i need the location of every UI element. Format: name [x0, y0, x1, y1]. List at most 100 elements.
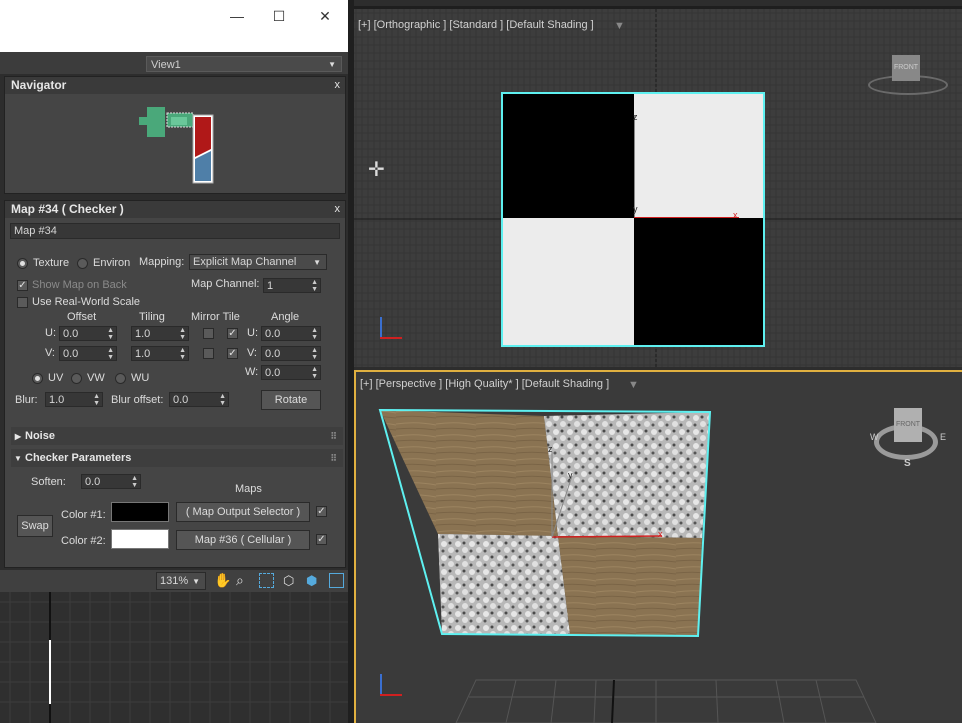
vw-radio[interactable]	[71, 373, 82, 384]
close-button[interactable]: ✕	[314, 6, 336, 26]
map-channel-spinner[interactable]: 1 ▲ ▼	[263, 278, 321, 293]
u-tile-checkbox[interactable]: ✓	[227, 328, 238, 339]
map-channel-value: 1	[267, 280, 274, 292]
checker-tile-black-2	[634, 218, 763, 345]
color2-label: Color #2:	[61, 535, 106, 547]
color2-map-checkbox[interactable]: ✓	[316, 534, 327, 545]
spinner-arrows-icon[interactable]: ▲ ▼	[107, 327, 114, 341]
blur-label: Blur:	[15, 394, 38, 406]
map-name-field[interactable]: Map #34	[10, 223, 340, 239]
chevron-down-icon: ▼	[192, 577, 200, 586]
tiling-column-header: Tiling	[139, 311, 165, 323]
soften-label: Soften:	[31, 476, 66, 488]
axis-tripod-z	[380, 317, 382, 337]
frame-all-icon[interactable]	[329, 573, 344, 588]
swap-button[interactable]: Swap	[17, 515, 53, 537]
compass-south: S	[904, 458, 911, 469]
texture-radio[interactable]	[17, 258, 28, 269]
node-editor-toolbar: 131% ▼ ✋ ⌕ ⬡ ⬢	[0, 570, 348, 592]
viewcube[interactable]: FRONT	[892, 55, 920, 81]
spinner-arrows-icon[interactable]: ▲ ▼	[179, 327, 186, 341]
color2-map-button[interactable]: Map #36 ( Cellular )	[176, 530, 310, 550]
u-angle-spinner[interactable]: 0.0 ▲ ▼	[261, 326, 321, 341]
view-selector-dropdown[interactable]: View1 ▼	[146, 56, 342, 72]
v-mirror-checkbox[interactable]	[203, 348, 214, 359]
filter-icon[interactable]: ▼	[614, 20, 625, 32]
spinner-arrows-icon[interactable]: ▲ ▼	[179, 347, 186, 361]
v-tile-checkbox[interactable]: ✓	[227, 348, 238, 359]
zoom-region-icon[interactable]	[259, 573, 274, 588]
spinner-arrows-icon[interactable]: ▲ ▼	[311, 366, 318, 380]
zoom-selected-icon[interactable]: ⬢	[306, 573, 317, 589]
v-tiling-spinner[interactable]: 1.0 ▲ ▼	[131, 346, 189, 361]
navigator-title: Navigator	[11, 78, 67, 92]
v-offset-value: 0.0	[63, 348, 79, 360]
color2-swatch[interactable]	[111, 529, 169, 549]
spinner-arrows-icon[interactable]: ▲ ▼	[93, 393, 100, 407]
spinner-arrows-icon[interactable]: ▲ ▼	[311, 327, 318, 341]
use-real-world-scale-checkbox[interactable]	[17, 297, 28, 308]
pan-hand-icon[interactable]: ✋	[214, 572, 231, 589]
grip-icon: ⠿	[330, 453, 337, 463]
bottom-left-viewport[interactable]	[0, 592, 348, 723]
map-panel-close-icon[interactable]: x	[335, 201, 341, 218]
mapping-label: Mapping:	[139, 256, 185, 268]
map-panel-header: Map #34 ( Checker ) x	[5, 201, 345, 218]
v-angle-value: 0.0	[265, 348, 281, 360]
wu-radio[interactable]	[115, 373, 126, 384]
color1-swatch[interactable]	[111, 502, 169, 522]
ortho-viewport-label[interactable]: [+] [Orthographic ] [Standard ] [Default…	[358, 19, 594, 31]
v-offset-spinner[interactable]: 0.0 ▲ ▼	[59, 346, 117, 361]
persp-gizmo-y-label: y	[568, 470, 573, 480]
maximize-button[interactable]: ☐	[268, 6, 290, 26]
node-graph-thumbnail[interactable]	[135, 101, 225, 185]
spinner-arrows-icon[interactable]: ▲ ▼	[219, 393, 226, 407]
perspective-viewport[interactable]: [+] [Perspective ] [High Quality* ] [Def…	[354, 370, 962, 723]
spinner-arrows-icon[interactable]: ▲ ▼	[107, 347, 114, 361]
u-mirror-checkbox[interactable]	[203, 328, 214, 339]
v-tiling-value: 1.0	[135, 348, 151, 360]
v-angle-spinner[interactable]: 0.0 ▲ ▼	[261, 346, 321, 361]
spinner-arrows-icon[interactable]: ▲ ▼	[311, 347, 318, 361]
blur-offset-spinner[interactable]: 0.0 ▲ ▼	[169, 392, 229, 407]
zoom-extents-icon[interactable]: ⬡	[283, 573, 294, 589]
mapping-value: Explicit Map Channel	[193, 256, 297, 268]
environ-radio[interactable]	[77, 258, 88, 269]
zoom-magnifier-icon[interactable]: ⌕	[236, 572, 244, 589]
color1-map-checkbox[interactable]: ✓	[316, 506, 327, 517]
persp-gizmo-x-label: x	[658, 529, 663, 539]
show-map-on-back-checkbox[interactable]: ✓	[17, 280, 28, 291]
view-selector-value: View1	[151, 59, 181, 71]
checker-parameters-rollout[interactable]: ▼ Checker Parameters ⠿	[11, 449, 343, 467]
uv-radio[interactable]	[32, 373, 43, 384]
viewcube[interactable]: FRONT	[894, 408, 922, 442]
use-real-world-scale-label: Use Real-World Scale	[32, 296, 141, 308]
navigator-close-icon[interactable]: x	[335, 77, 341, 94]
spinner-arrows-icon[interactable]: ▲ ▼	[131, 475, 138, 489]
zoom-value: 131%	[160, 575, 189, 587]
perspective-scene	[378, 408, 877, 723]
orthographic-viewport[interactable]: [+] [Orthographic ] [Standard ] [Default…	[354, 6, 962, 367]
zoom-dropdown[interactable]: 131% ▼	[156, 572, 206, 590]
u-angle-value: 0.0	[265, 328, 281, 340]
map-parameters-panel: Map #34 ( Checker ) x Map #34 Texture En…	[4, 200, 346, 568]
soften-spinner[interactable]: 0.0 ▲ ▼	[81, 474, 141, 489]
noise-rollout[interactable]: ▶ Noise ⠿	[11, 427, 343, 445]
u-tiling-spinner[interactable]: 1.0 ▲ ▼	[131, 326, 189, 341]
w-angle-spinner[interactable]: 0.0 ▲ ▼	[261, 365, 321, 380]
blur-spinner[interactable]: 1.0 ▲ ▼	[45, 392, 103, 407]
axis-tripod-x	[380, 337, 402, 339]
checker-plane[interactable]: z y x	[501, 92, 765, 347]
color1-map-button[interactable]: ( Map Output Selector )	[176, 502, 310, 522]
spinner-arrows-icon[interactable]: ▲ ▼	[311, 279, 318, 293]
mirror-tile-column-header: Mirror Tile	[191, 311, 240, 323]
map-panel-title: Map #34 ( Checker )	[11, 202, 124, 216]
u-label: U:	[45, 327, 56, 339]
u-tiling-value: 1.0	[135, 328, 151, 340]
mapping-dropdown[interactable]: Explicit Map Channel ▼	[189, 254, 327, 270]
rotate-button[interactable]: Rotate	[261, 390, 321, 410]
minimize-button[interactable]: —	[226, 6, 248, 26]
u-offset-spinner[interactable]: 0.0 ▲ ▼	[59, 326, 117, 341]
environ-label: Environ	[93, 257, 131, 269]
crosshair-cursor-icon: ✛	[368, 159, 385, 181]
